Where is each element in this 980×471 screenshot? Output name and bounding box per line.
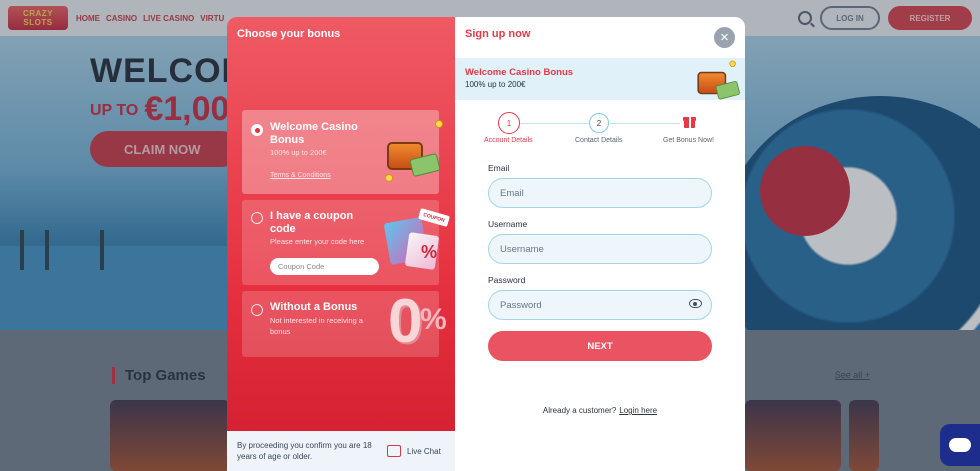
close-icon[interactable]: × <box>714 27 735 48</box>
bonus-option-title: I have a coupon code <box>270 210 354 235</box>
age-notice: By proceeding you confirm you are 18 yea… <box>237 441 372 461</box>
bonus-panel-title: Choose your bonus <box>237 28 341 40</box>
bonus-option-title: Welcome Casino Bonus <box>270 121 358 146</box>
bonus-panel: Choose your bonus Welcome Casino Bonus 1… <box>227 17 455 471</box>
bonus-option-desc: Please enter your code here <box>270 237 365 246</box>
zero-percent-icon: 0 <box>388 287 423 356</box>
welcome-bonus-banner: Welcome Casino Bonus 100% up to 200€ <box>455 58 745 100</box>
email-label: Email <box>488 163 510 173</box>
chat-bubble-icon <box>949 438 971 452</box>
step-3-label: Get Bonus Now! <box>663 137 714 144</box>
banner-subtitle: 100% up to 200€ <box>465 80 526 89</box>
bonus-option-welcome[interactable]: Welcome Casino Bonus 100% up to 200€ Ter… <box>242 110 443 194</box>
chat-widget-button[interactable] <box>940 424 980 466</box>
existing-customer-prompt: Already a customer? Login here <box>455 406 745 415</box>
step-2-indicator: 2 <box>589 113 609 133</box>
coupon-tag: COUPON <box>418 208 450 227</box>
next-button[interactable]: NEXT <box>488 331 712 361</box>
terms-link[interactable]: Terms & Conditions <box>270 172 331 179</box>
bonus-option-coupon[interactable]: I have a coupon code Please enter your c… <box>242 200 450 285</box>
gift-icon <box>683 115 696 128</box>
signup-title: Sign up now <box>465 28 531 40</box>
age-confirmation-footer: By proceeding you confirm you are 18 yea… <box>227 431 455 471</box>
signup-progress-steps: 1 2 Account Details Contact Details Get … <box>455 111 745 151</box>
step-1-indicator: 1 <box>498 112 520 134</box>
password-field[interactable] <box>488 290 712 320</box>
eye-icon[interactable] <box>689 299 702 308</box>
gift-coupon-icon: % COUPON <box>383 208 450 272</box>
percent-icon: % <box>420 303 447 336</box>
live-chat-button[interactable]: Live Chat <box>387 445 441 457</box>
banner-title: Welcome Casino Bonus <box>465 67 574 78</box>
signup-modal: Choose your bonus Welcome Casino Bonus 1… <box>227 17 745 471</box>
bonus-option-desc: 100% up to 200€ <box>270 148 327 157</box>
step-2-label: Contact Details <box>575 137 623 144</box>
password-label: Password <box>488 275 526 285</box>
radio-unselected[interactable] <box>251 304 263 316</box>
bonus-option-desc: Not interested in receiving a bonus <box>270 316 363 336</box>
radio-selected[interactable] <box>251 124 263 136</box>
email-field[interactable] <box>488 178 712 208</box>
step-1-label: Account Details <box>484 137 533 144</box>
treasure-chest-icon <box>697 60 741 100</box>
radio-unselected[interactable] <box>251 212 263 224</box>
live-chat-label: Live Chat <box>407 446 441 456</box>
username-label: Username <box>488 219 528 229</box>
chat-icon <box>387 445 401 457</box>
signup-form-panel: Sign up now × Welcome Casino Bonus 100% … <box>455 17 745 471</box>
step-connector <box>520 123 590 124</box>
bonus-option-none[interactable]: Without a Bonus Not interested in receiv… <box>242 287 447 357</box>
already-customer-text: Already a customer? <box>542 406 617 415</box>
treasure-chest-icon <box>385 120 443 184</box>
step-connector <box>610 123 680 124</box>
coupon-code-input[interactable] <box>270 258 379 275</box>
login-here-link[interactable]: Login here <box>619 406 657 415</box>
username-field[interactable] <box>488 234 712 264</box>
bonus-option-title: Without a Bonus <box>270 301 358 313</box>
